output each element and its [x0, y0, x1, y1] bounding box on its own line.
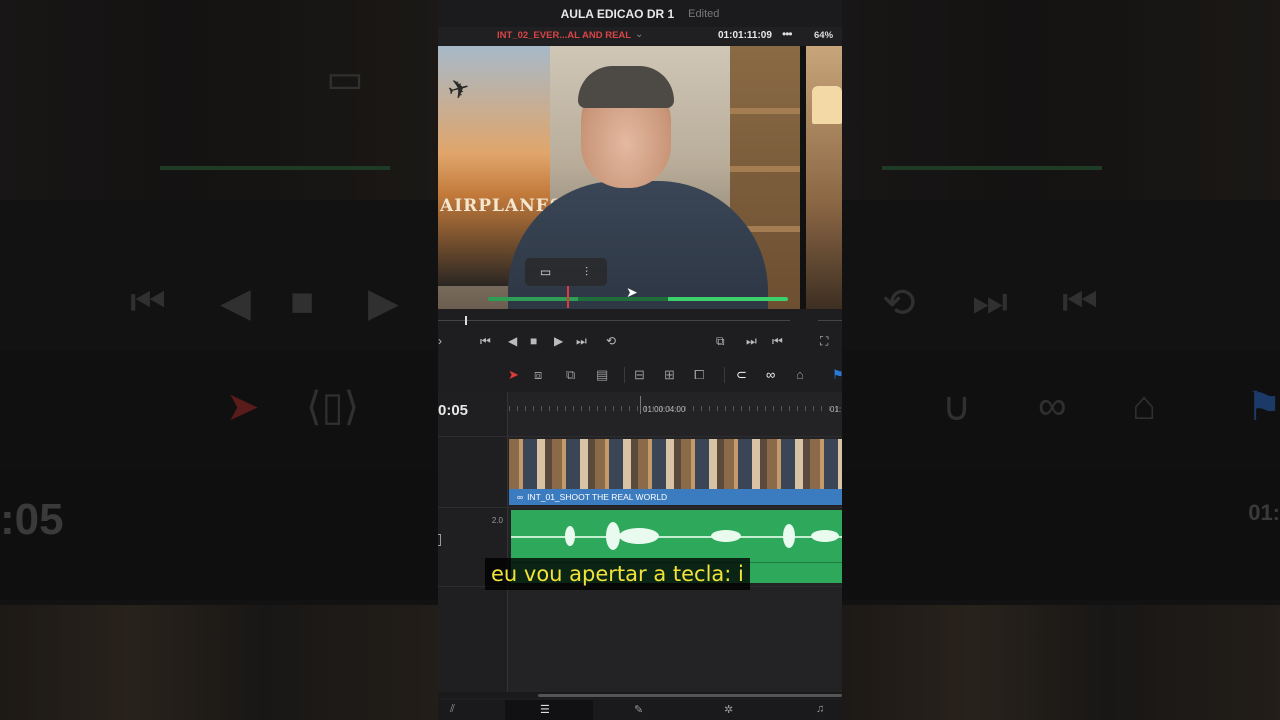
- person-hair: [578, 66, 674, 108]
- insert-clip-icon[interactable]: ⊟: [634, 367, 645, 383]
- loop-icon[interactable]: ⟲: [606, 334, 616, 348]
- ruler-label-partial: 01:: [830, 405, 842, 414]
- more-options-icon[interactable]: •••: [782, 27, 793, 41]
- scrub-bar[interactable]: [438, 311, 842, 329]
- subtitle-caption: eu vou apertar a tecla: i: [485, 558, 750, 590]
- ruler-label: 01:00:04:00: [643, 405, 686, 414]
- viewer-zoom[interactable]: 64%: [814, 30, 833, 41]
- video-clip-label[interactable]: ∞ INT_01_SHOOT THE REAL WORLD: [509, 489, 842, 505]
- project-title: AULA EDICAO DR 1: [560, 6, 675, 21]
- viewer-audio-wave: [488, 297, 788, 301]
- video-clip-name: INT_01_SHOOT THE REAL WORLD: [527, 492, 668, 502]
- stop-icon[interactable]: ■: [530, 334, 537, 348]
- airplane-icon: ✈: [444, 71, 474, 107]
- select-pointer-icon[interactable]: ➤: [508, 367, 519, 383]
- next-edit-icon[interactable]: ⏭: [746, 334, 757, 349]
- overwrite-clip-icon[interactable]: ⊞: [664, 367, 675, 383]
- play-icon[interactable]: ▶: [554, 334, 563, 348]
- video-clip[interactable]: [509, 439, 842, 489]
- viewer-timecode: 01:01:11:09: [718, 30, 772, 41]
- timeline-timecode: 0:05: [438, 402, 469, 419]
- trim-edit-icon[interactable]: ⧈: [534, 367, 542, 383]
- chevron-down-icon[interactable]: ⌄: [635, 29, 643, 40]
- viewer-playhead[interactable]: [567, 286, 569, 308]
- match-frame-icon[interactable]: ⧉: [716, 334, 725, 349]
- cut-page-icon[interactable]: ⫽: [450, 703, 455, 716]
- snap-icon[interactable]: ⊂: [736, 367, 747, 383]
- title-bar: AULA EDICAO DR 1 Edited: [438, 0, 842, 27]
- viewer-clip-bar: INT_02_EVER...AL AND REAL ⌄ 01:01:11:09 …: [438, 27, 842, 45]
- timeline-scrollbar[interactable]: [438, 692, 842, 698]
- fullscreen-icon[interactable]: ⛶: [820, 334, 828, 349]
- viewer-clip-name[interactable]: INT_02_EVER...AL AND REAL: [497, 30, 631, 41]
- blade-icon[interactable]: ▤: [596, 367, 608, 383]
- edit-toolbar: ➤ ⧈ ⧉ ▤ ⊟ ⊞ ⧠ ⊂ ∞ ⌂ ⚑: [438, 361, 842, 389]
- play-reverse-icon[interactable]: ◀: [508, 334, 517, 348]
- fairlight-page-icon[interactable]: ♫: [816, 703, 824, 715]
- replace-clip-icon[interactable]: ⧠: [694, 367, 704, 383]
- lamp: [812, 86, 842, 124]
- scrub-playhead[interactable]: [465, 316, 467, 325]
- scrollbar-thumb[interactable]: [538, 694, 842, 697]
- flag-icon[interactable]: ⚑: [832, 367, 842, 383]
- link-icon[interactable]: ∞: [766, 367, 775, 382]
- timeline[interactable]: 0:05 2.0 01:00:04:00 01: ∞ INT_01_SHOOT T…: [438, 392, 842, 692]
- dynamic-trim-icon[interactable]: ⧉: [566, 367, 575, 383]
- audio-waveform-icon[interactable]: ⫶: [579, 265, 595, 280]
- skip-forward-icon[interactable]: ⏭: [576, 334, 587, 349]
- track-headers: 0:05 2.0: [438, 392, 508, 692]
- edit-page-icon[interactable]: ☰: [540, 703, 550, 716]
- chevron-right-icon[interactable]: ›: [438, 334, 442, 348]
- prev-edit-icon[interactable]: ⏮: [772, 334, 783, 349]
- fusion-page-icon[interactable]: ✎: [634, 703, 643, 716]
- video-frame: ✈ AIRPLANES: [438, 46, 800, 309]
- right-background: ⟲ ⏭ ⏮ ∪ ∞ ⌂ ⚑ 01:: [842, 0, 1280, 720]
- left-background: ▭ ⏮ ◀ ■ ▶ ➤ ⟨▯⟩ :05: [0, 0, 438, 720]
- audio-track-toggle[interactable]: [438, 534, 441, 546]
- mouse-cursor-icon: ➤: [626, 284, 638, 300]
- resolve-app: AULA EDICAO DR 1 Edited INT_02_EVER...AL…: [438, 0, 842, 720]
- edited-status: Edited: [688, 7, 720, 20]
- film-icon[interactable]: ▭: [538, 265, 554, 279]
- source-toggle: ▭ ⫶: [525, 258, 607, 286]
- link-icon: ∞: [517, 492, 524, 502]
- page-nav: ⫽ ☰ ✎ ✲ ♫: [438, 700, 842, 720]
- audio-track-volume: 2.0: [491, 516, 503, 525]
- transport-controls: › ⏮ ◀ ■ ▶ ⏭ ⟲ ⧉ ⏭ ⏮ ⛶: [438, 331, 842, 353]
- color-page-icon[interactable]: ✲: [724, 703, 733, 716]
- viewer[interactable]: ✈ AIRPLANES ▭ ⫶ ➤: [438, 46, 842, 309]
- lock-icon[interactable]: ⌂: [796, 367, 804, 382]
- skip-back-icon[interactable]: ⏮: [480, 334, 491, 349]
